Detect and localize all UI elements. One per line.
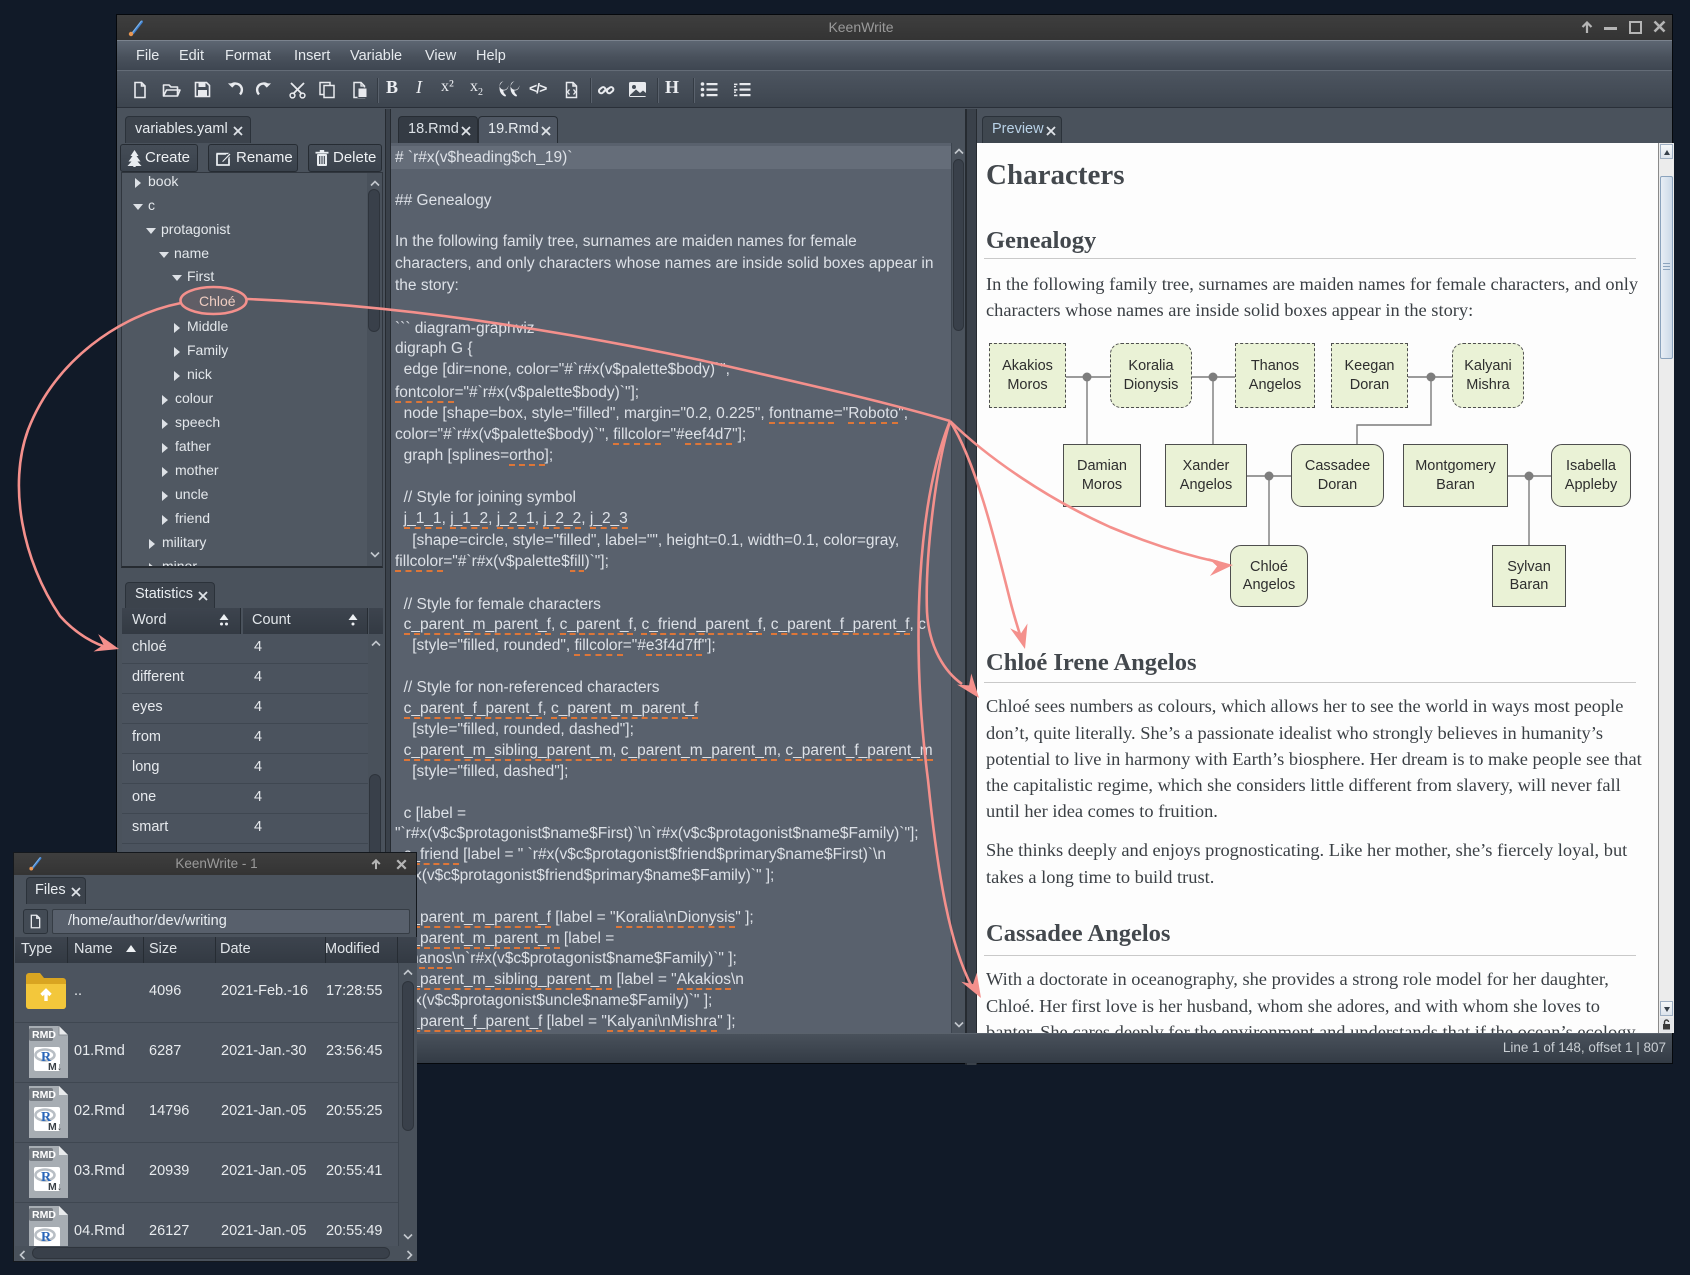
svg-text:R: R: [41, 1230, 52, 1245]
svg-text:RMD: RMD: [32, 1029, 56, 1041]
svg-text:RMD: RMD: [32, 1149, 56, 1161]
svg-text:RMD: RMD: [32, 1209, 56, 1221]
svg-text:M↓: M↓: [48, 1061, 62, 1073]
svg-text:M↓: M↓: [48, 1181, 62, 1193]
svg-text:RMD: RMD: [32, 1089, 56, 1101]
svg-text:M↓: M↓: [48, 1121, 62, 1133]
